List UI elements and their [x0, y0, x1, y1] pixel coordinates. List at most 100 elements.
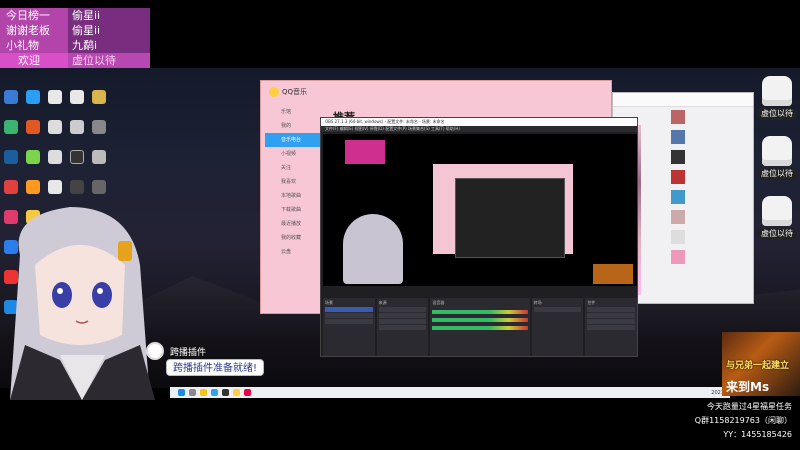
armchair-icon: [762, 136, 792, 166]
desktop-icon[interactable]: [90, 150, 108, 176]
queue-slot: 虚位以待: [754, 136, 800, 186]
desktop-icon[interactable]: [2, 120, 20, 146]
dock-list-item[interactable]: [325, 307, 373, 312]
obs-sources-dock[interactable]: 来源: [376, 298, 429, 356]
stream-info: 今天跑量过4星福星任务 Q群1158219763（闲聊） YY：14551854…: [695, 400, 792, 442]
file-icon: [70, 150, 84, 164]
steam-icon: [4, 150, 18, 164]
qq-sidebar-item[interactable]: 最近播放: [265, 217, 323, 231]
file-icon: [48, 180, 62, 194]
obs-dock-row: 场景 来源 混音器 转场 控件: [323, 298, 638, 356]
qq-sidebar-item[interactable]: 下载歌曲: [265, 203, 323, 217]
desktop-icon[interactable]: [46, 150, 64, 176]
file-icon: [48, 90, 62, 104]
qq-sidebar-item[interactable]: 小视频: [265, 147, 323, 161]
ticker-row: 谢谢老板 偷星ii: [0, 23, 150, 38]
qq-sidebar-item[interactable]: 云盘: [265, 245, 323, 259]
dock-list-item[interactable]: [378, 319, 427, 324]
file-icon: [92, 120, 106, 134]
dock-list-item[interactable]: [378, 307, 427, 312]
browser-icon[interactable]: [211, 389, 218, 396]
chat-sender: 跨播插件: [146, 342, 206, 360]
ticker-value: 九鹬i: [68, 38, 150, 53]
transition-select[interactable]: [533, 307, 582, 312]
thumbnail: [671, 250, 685, 264]
bottom-band: [0, 398, 800, 450]
dock-list-item[interactable]: [325, 313, 373, 318]
ticker-key: 谢谢老板: [0, 23, 68, 38]
thumbnail: [671, 150, 685, 164]
search-icon[interactable]: [189, 389, 196, 396]
ticker-value: 虚位以待: [68, 53, 150, 68]
stream-ticker: 今日榜一 偷星ii 谢谢老板 偷星ii 小礼物 九鹬i 欢迎 虚位以待: [0, 8, 150, 68]
desktop-icon[interactable]: [90, 120, 108, 146]
dock-list-item[interactable]: [378, 325, 427, 330]
ticker-row: 今日榜一 偷星ii: [0, 8, 150, 23]
qq-sidebar-item[interactable]: 本地歌曲: [265, 189, 323, 203]
qq-sidebar-item[interactable]: 我的: [265, 119, 323, 133]
queue-slot: 虚位以待: [754, 76, 800, 126]
folder-icon[interactable]: [200, 389, 207, 396]
qq-sidebar-item-selected[interactable]: 音乐电台: [265, 133, 323, 147]
desktop-icon[interactable]: [24, 150, 42, 176]
obs-transitions-dock[interactable]: 转场: [531, 298, 584, 356]
obs-controls-dock[interactable]: 控件: [585, 298, 638, 356]
control-button[interactable]: [587, 325, 636, 330]
obs-window[interactable]: OBS 27.1.3 (64-bit, windows) - 配置文件: 未命名…: [320, 117, 638, 357]
desktop-icon[interactable]: [46, 120, 64, 146]
desktop-icon[interactable]: [46, 90, 64, 116]
qq-music-icon[interactable]: [233, 389, 240, 396]
info-line: YY：1455185426: [723, 430, 792, 439]
chat-sender-name: 跨播插件: [170, 347, 207, 358]
file-icon: [48, 150, 62, 164]
file-icon: [92, 150, 106, 164]
dock-header: 转场: [533, 300, 542, 305]
desktop-icon[interactable]: [24, 90, 42, 116]
queue-slot: 虚位以待: [754, 196, 800, 246]
qq-sidebar-item[interactable]: 关注: [265, 161, 323, 175]
thumbnail: [671, 210, 685, 224]
dock-list-item[interactable]: [378, 313, 427, 318]
qq-sidebar-item[interactable]: 乐馆: [265, 105, 323, 119]
dock-list-item[interactable]: [325, 319, 373, 324]
nested-vtuber: [343, 214, 403, 284]
volume-meter[interactable]: [432, 318, 528, 322]
desktop-icon[interactable]: [68, 150, 86, 176]
control-button[interactable]: [587, 307, 636, 312]
preview-ticker: [345, 140, 385, 164]
app-icon[interactable]: [244, 389, 251, 396]
info-line: 今天跑量过4星福星任务: [706, 402, 792, 411]
taskbar: 2021: [170, 387, 730, 398]
ad-banner[interactable]: 与兄弟一起建立 来到Ms: [722, 332, 800, 396]
obs-menubar[interactable]: 文件(F) 编辑(E) 视图(V) 停靠(D) 配置文件(P) 场景集合(S) …: [321, 126, 637, 132]
qq-sidebar-item[interactable]: 我的收藏: [265, 231, 323, 245]
desktop-icon[interactable]: [68, 120, 86, 146]
control-button[interactable]: [587, 319, 636, 324]
volume-meter[interactable]: [432, 326, 528, 330]
thumbnail: [671, 110, 685, 124]
queue-slot-label: 虚位以待: [757, 168, 797, 180]
armchair-icon: [762, 76, 792, 106]
desktop-icon[interactable]: [2, 150, 20, 176]
vtuber-avatar: [10, 207, 155, 400]
obs-scenes-dock[interactable]: 场景: [323, 298, 375, 356]
obs-preview[interactable]: [323, 134, 637, 286]
obs-mixer-dock[interactable]: 混音器: [430, 298, 530, 356]
app-icon: [4, 180, 18, 194]
start-icon[interactable]: [178, 389, 185, 396]
qq-sidebar-item[interactable]: 我喜欢: [265, 175, 323, 189]
ticker-row: 小礼物 九鹬i: [0, 38, 150, 53]
ticker-row: 欢迎 虚位以待: [0, 53, 150, 68]
dock-header: 来源: [378, 300, 387, 305]
ad-cta: 来到Ms: [726, 380, 770, 394]
control-button[interactable]: [587, 313, 636, 318]
dock-header: 混音器: [432, 300, 445, 305]
obs-icon[interactable]: [222, 389, 229, 396]
desktop-icon[interactable]: [68, 90, 86, 116]
desktop-icon[interactable]: [90, 90, 108, 116]
desktop-icon[interactable]: [2, 90, 20, 116]
app-icon: [26, 120, 40, 134]
queue-slot-label: 虚位以待: [757, 228, 797, 240]
desktop-icon[interactable]: [24, 120, 42, 146]
volume-meter[interactable]: [432, 310, 528, 314]
